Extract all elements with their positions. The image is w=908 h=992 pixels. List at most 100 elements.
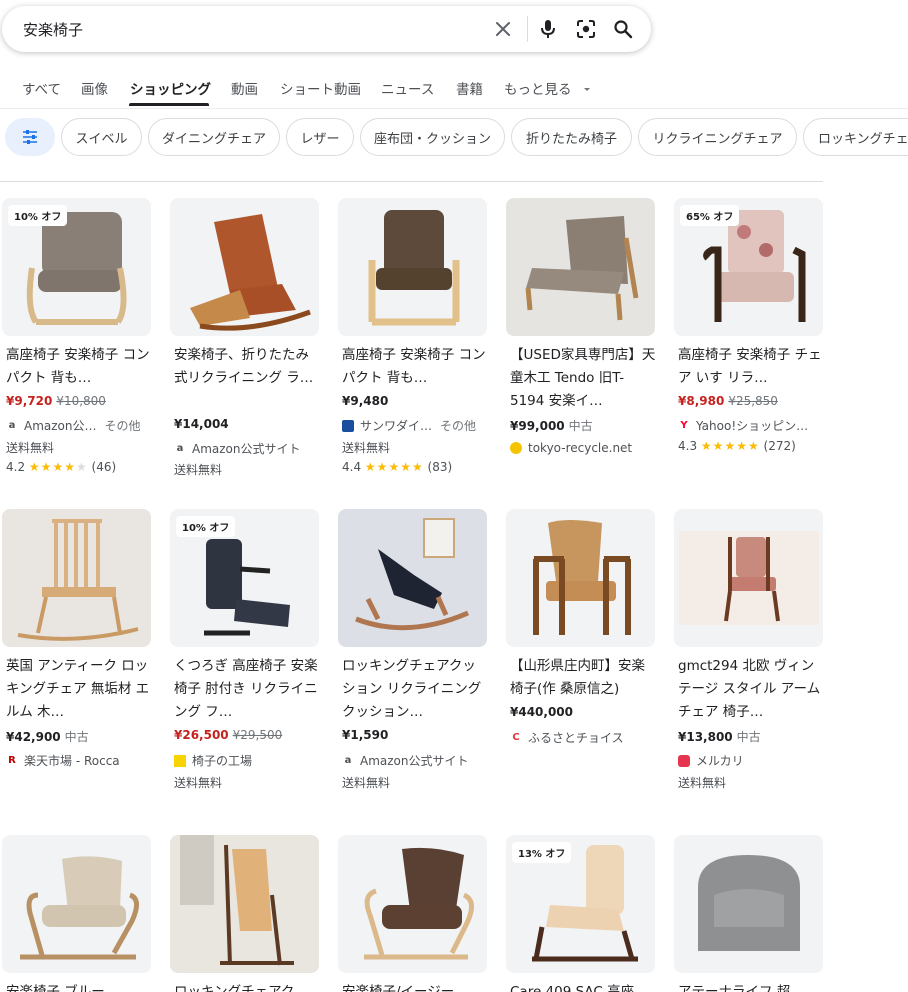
product-image[interactable]: 10% オフ: [2, 198, 151, 336]
yahoo-logo-icon: Y: [680, 420, 688, 431]
product-title[interactable]: gmct294 北欧 ヴィンテージ スタイル アームチェア 椅子…: [678, 655, 824, 724]
product-title[interactable]: くつろぎ 高座椅子 安楽椅子 肘付き リクライニング フ…: [174, 655, 320, 724]
lens-icon[interactable]: [574, 17, 598, 41]
product-image[interactable]: [2, 835, 151, 973]
product-title[interactable]: アテーナライフ 超…: [678, 981, 824, 992]
product-title[interactable]: 高座椅子 安楽椅子 コンパクト 背も…: [6, 344, 152, 390]
amazon-logo-icon: a: [344, 755, 352, 766]
seller-row: Y Yahoo!ショッピン…: [678, 417, 824, 434]
tab-more[interactable]: もっと見る: [504, 78, 592, 98]
product-price: ¥440,000: [510, 705, 574, 719]
product-price: ¥9,720: [6, 394, 53, 408]
chair-image: [180, 835, 294, 966]
tabs-divider: [0, 108, 908, 109]
tab-shopping[interactable]: ショッピング: [130, 78, 211, 98]
review-count: (272): [763, 439, 796, 453]
clear-icon[interactable]: [491, 17, 515, 41]
chip-swivel[interactable]: スイベル: [61, 118, 142, 156]
product-title[interactable]: 安楽椅子 ブルー…: [6, 981, 152, 992]
product-image[interactable]: [2, 509, 151, 647]
product-image[interactable]: [674, 509, 823, 647]
rakuten-logo-icon: R: [8, 755, 16, 766]
product-title[interactable]: 【USED家具専門店】天童木工 Tendo 旧T-5194 安楽イ…: [510, 344, 656, 413]
product-image[interactable]: [338, 509, 487, 647]
product-image[interactable]: [338, 835, 487, 973]
shipping-info: 送料無料: [342, 776, 391, 790]
shipping-info: 送料無料: [174, 463, 223, 477]
seller-name: Amazon公式サイト: [192, 442, 301, 456]
tab-images[interactable]: 画像: [81, 78, 108, 98]
seller-name: Amazon公…: [24, 419, 97, 433]
discount-badge: 13% オフ: [512, 842, 572, 863]
product-title[interactable]: 安楽椅子、折りたたみ式リクライニング ラウンジチェア竹…: [174, 344, 320, 390]
seller-row: a Amazon公式サイト: [174, 440, 320, 457]
chair-image: [355, 518, 469, 631]
chip-reclining-chair[interactable]: リクライニングチェア: [638, 118, 797, 156]
seller-name: Amazon公式サイト: [360, 754, 469, 768]
product-image[interactable]: [170, 198, 319, 336]
tab-books[interactable]: 書籍: [456, 78, 483, 98]
discount-badge: 10% オフ: [8, 205, 68, 226]
product-price: ¥9,480: [342, 394, 389, 408]
seller-row: tokyo-recycle.net: [510, 441, 656, 455]
chip-cushion[interactable]: 座布団・クッション: [360, 118, 505, 156]
product-image[interactable]: [170, 835, 319, 973]
original-price: ¥25,850: [728, 394, 778, 408]
product-image[interactable]: [674, 835, 823, 973]
chip-leather[interactable]: レザー: [286, 118, 354, 156]
product-title[interactable]: ロッキングチェアクッション リクライニングクッション…: [342, 655, 488, 724]
product-price: ¥99,000: [510, 419, 565, 433]
price-row: ¥9,480: [342, 394, 388, 408]
chip-dining-chair[interactable]: ダイニングチェア: [148, 118, 280, 156]
product-title[interactable]: 高座椅子 安楽椅子 コンパクト 背も…: [342, 344, 488, 390]
chip-folding-chair[interactable]: 折りたたみ椅子: [511, 118, 632, 156]
product-title[interactable]: 英国 アンティーク ロッキングチェア 無垢材 エルム 木…: [6, 655, 152, 724]
condition: 中古: [64, 730, 89, 744]
chair-image: [17, 519, 139, 641]
product-image[interactable]: 13% オフ: [506, 835, 655, 973]
product-image[interactable]: [506, 198, 655, 336]
seller-row: R 楽天市場 - Rocca: [6, 752, 152, 769]
product-image[interactable]: 65% オフ: [674, 198, 823, 336]
search-bar[interactable]: 安楽椅子: [2, 6, 651, 52]
other-sellers[interactable]: その他: [440, 417, 476, 434]
rating-value: 4.4: [342, 460, 362, 474]
rating-row: 4.2 ★★★★★ (46): [6, 460, 116, 474]
filter-button[interactable]: [5, 118, 55, 156]
tab-short-videos[interactable]: ショート動画: [280, 78, 361, 98]
star-rating-icon: ★★★★★: [700, 439, 760, 453]
product-image[interactable]: [506, 509, 655, 647]
product-title[interactable]: ロッキングチェアク…: [174, 981, 320, 992]
review-count: (46): [91, 460, 117, 474]
chip-rocking-chair[interactable]: ロッキングチェア: [803, 118, 908, 156]
seller-name: Yahoo!ショッピン…: [696, 419, 809, 433]
discount-badge: 10% オフ: [176, 516, 236, 537]
search-icon[interactable]: [611, 17, 635, 41]
search-divider: [527, 16, 528, 42]
discount-badge: 65% オフ: [680, 205, 740, 226]
search-input[interactable]: 安楽椅子: [23, 19, 83, 40]
other-sellers[interactable]: その他: [105, 417, 141, 434]
rating-value: 4.3: [678, 439, 698, 453]
product-title[interactable]: 安楽椅子/イージー…: [342, 981, 488, 992]
tab-all[interactable]: すべて: [22, 78, 61, 98]
product-image[interactable]: [338, 198, 487, 336]
caret-down-icon: [583, 88, 590, 91]
seller-name: ふるさとチョイス: [528, 731, 624, 745]
chair-image: [190, 214, 311, 331]
product-title[interactable]: 高座椅子 安楽椅子 チェア いす リラ…: [678, 344, 824, 390]
product-title[interactable]: Care 409 SAC 高座…: [510, 981, 656, 992]
tab-news[interactable]: ニュース: [381, 78, 434, 98]
tab-more-label: もっと見る: [504, 82, 572, 98]
original-price: ¥10,800: [56, 394, 106, 408]
star-rating-icon: ★★★★★: [364, 460, 424, 474]
microphone-icon[interactable]: [536, 17, 560, 41]
tab-videos[interactable]: 動画: [231, 78, 258, 98]
stars-empty: ★: [75, 460, 88, 474]
amazon-logo-icon: a: [176, 443, 184, 454]
product-title[interactable]: 【山形県庄内町】安楽椅子(作 桑原信之): [510, 655, 656, 701]
price-row: ¥42,900 中古: [6, 728, 89, 745]
chair-image: [364, 847, 474, 960]
star-rating-icon: ★★★★★: [29, 460, 88, 474]
product-image[interactable]: 10% オフ: [170, 509, 319, 647]
